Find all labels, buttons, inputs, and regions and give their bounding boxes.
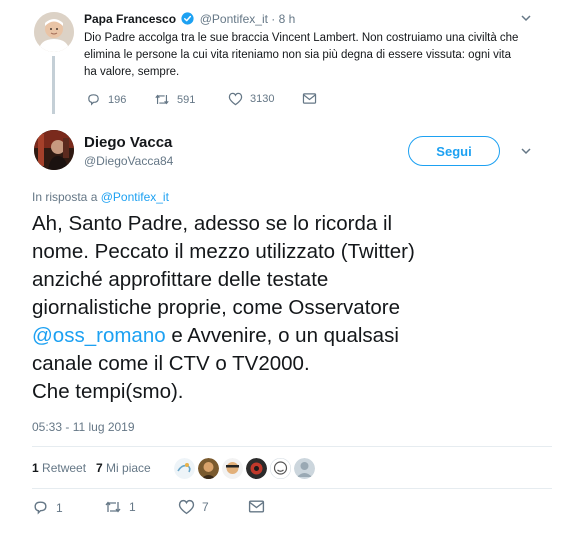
retweet-stat-count: 1 (32, 461, 39, 475)
tweet-text-line: Ah, Santo Padre, adesso se lo ricorda il (32, 212, 393, 235)
tweet-header: Diego Vacca @DiegoVacca84 Segui (0, 122, 567, 182)
parent-tweet-header: Papa Francesco @Pontifex_it · 8 h (84, 12, 295, 28)
liker-avatar[interactable] (246, 457, 267, 479)
envelope-icon (302, 92, 317, 105)
liker-avatar[interactable] (174, 457, 195, 479)
parent-reply-button[interactable]: 196 (86, 92, 126, 107)
reply-count: 1 (56, 500, 63, 515)
reply-target-link[interactable]: @Pontifex_it (101, 190, 169, 204)
tweet-text-segment: e Avvenire, o un qualsasi (165, 324, 399, 347)
thread-line (52, 56, 55, 114)
divider (32, 488, 552, 489)
reply-context-prefix: In risposta a (32, 190, 101, 204)
tweet-text-line: nome. Peccato il mezzo utilizzato (Twitt… (32, 240, 415, 263)
mention-link[interactable]: @oss_romano (32, 324, 166, 347)
liker-avatars (174, 453, 315, 483)
tweet-text-line: Che tempi(smo). (32, 380, 184, 403)
parent-tweet[interactable]: Papa Francesco @Pontifex_it · 8 h Dio Pa… (0, 0, 567, 118)
liker-avatar[interactable] (222, 457, 243, 479)
envelope-icon (248, 499, 265, 514)
liker-avatar[interactable] (198, 457, 219, 479)
tweet-text: Ah, Santo Padre, adesso se lo ricorda il… (32, 210, 552, 406)
heart-icon (178, 499, 195, 515)
tweet-text-line: canale come il CTV o TV2000. (32, 352, 310, 375)
reply-icon (32, 499, 49, 516)
retweet-count: 1 (129, 500, 136, 514)
retweet-button[interactable]: 1 (104, 499, 136, 515)
retweet-stat[interactable]: 1 Retweet (32, 461, 86, 475)
follow-button[interactable]: Segui (408, 136, 500, 166)
tweet-timestamp[interactable]: 05:33 - 11 lug 2019 (32, 420, 135, 434)
parent-tweet-time[interactable]: 8 h (279, 12, 296, 26)
reply-context: In risposta a @Pontifex_it (32, 190, 169, 204)
author-name[interactable]: Diego Vacca (84, 134, 172, 151)
author-handle[interactable]: @DiegoVacca84 (84, 154, 173, 168)
tweet-text-line: @oss_romano e Avvenire, o un qualsasi (32, 322, 552, 350)
dm-button[interactable] (248, 499, 265, 514)
avatar[interactable] (34, 12, 74, 52)
like-button[interactable]: 7 (178, 499, 209, 515)
liker-avatar[interactable] (270, 457, 291, 479)
chevron-down-icon[interactable] (520, 11, 532, 29)
parent-author-name[interactable]: Papa Francesco (84, 12, 176, 26)
tweet-text-line: anziché approfittare delle testate (32, 268, 329, 291)
chevron-down-icon[interactable] (520, 144, 532, 162)
retweet-stat-label: Retweet (42, 461, 87, 475)
heart-icon (228, 92, 243, 106)
parent-like-count: 3130 (250, 93, 275, 105)
parent-author-handle[interactable]: @Pontifex_it (200, 12, 268, 26)
like-count: 7 (202, 500, 209, 514)
parent-tweet-text: Dio Padre accolga tra le sue braccia Vin… (84, 32, 519, 78)
divider (32, 446, 552, 447)
parent-dm-button[interactable] (302, 92, 317, 105)
parent-reply-count: 196 (108, 93, 127, 106)
like-stat-label: Mi piace (106, 461, 151, 475)
reply-icon (86, 92, 101, 107)
parent-like-button[interactable]: 3130 (228, 92, 274, 106)
reply-button[interactable]: 1 (32, 499, 63, 516)
retweet-icon (104, 499, 122, 515)
verified-badge-icon (181, 12, 194, 28)
like-stat-count: 7 (96, 461, 103, 475)
parent-retweet-button[interactable]: 591 (154, 92, 195, 107)
time-separator: · (271, 12, 276, 26)
avatar[interactable] (34, 130, 74, 170)
retweet-icon (154, 92, 170, 107)
tweet-text-line: giornalistiche proprie, come Osservatore (32, 296, 401, 319)
parent-retweet-count: 591 (177, 93, 196, 106)
like-stat[interactable]: 7 Mi piace (96, 461, 151, 475)
liker-avatar[interactable] (294, 457, 315, 479)
